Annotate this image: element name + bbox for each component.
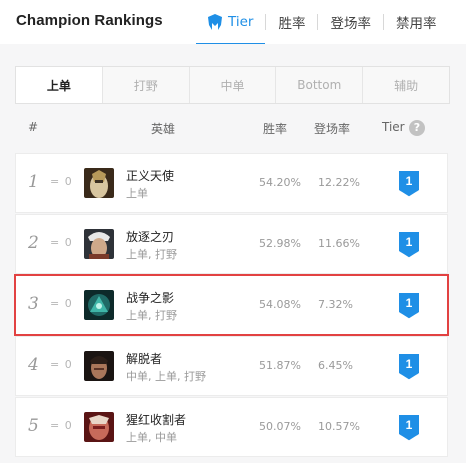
champion-roles: 上单, 中单 (126, 431, 177, 444)
champion-avatar[interactable] (84, 229, 114, 259)
tab-win-rate[interactable]: 胜率 (266, 0, 317, 44)
champion-roles: 上单, 打野 (126, 248, 177, 261)
column-win-rate[interactable]: 胜率 (263, 120, 287, 137)
rank-change: = 0 (50, 358, 73, 371)
table-row[interactable]: 5 = 0 猩红收割者 上单, 中单 50.07% 10.57% 1 (15, 397, 448, 457)
lane-mid[interactable]: 中单 (188, 67, 276, 103)
helmet-icon (208, 14, 222, 30)
table-header: # 英雄 胜率 登场率 Tier ? (0, 116, 466, 140)
help-icon[interactable]: ? (409, 120, 425, 136)
tier-value: 1 (406, 174, 413, 188)
column-tier: Tier (382, 120, 405, 134)
table-row[interactable]: 2 = 0 放逐之刃 上单, 打野 52.98% 11.66% 1 (15, 214, 448, 274)
rank-number: 4 (28, 355, 39, 375)
champion-name[interactable]: 解脱者 (126, 350, 162, 367)
top-bar: Champion Rankings Tier 胜率 登场率 禁用率 (0, 0, 466, 45)
champion-name[interactable]: 猩红收割者 (126, 411, 186, 428)
tab-tier[interactable]: Tier (196, 0, 266, 45)
pick-rate-value: 7.32% (318, 298, 353, 311)
lane-support[interactable]: 辅助 (362, 67, 449, 103)
win-rate-value: 54.20% (259, 176, 301, 189)
pick-rate-value: 11.66% (318, 237, 360, 250)
rank-change: = 0 (50, 419, 73, 432)
champion-roles: 上单 (126, 187, 148, 200)
table-row-highlighted[interactable]: 3 = 0 战争之影 上单, 打野 54.08% 7.32% 1 (14, 274, 449, 336)
champion-name[interactable]: 正义天使 (126, 167, 174, 184)
rank-change: = 0 (50, 175, 73, 188)
win-rate-value: 50.07% (259, 420, 301, 433)
champion-list: 1 = 0 正义天使 上单 54.20% 12.22% 1 2 = 0 放逐之刃… (14, 153, 449, 458)
tier-badge-icon: 1 (399, 293, 419, 320)
ranking-tabs: Tier 胜率 登场率 禁用率 (196, 0, 449, 45)
tier-value: 1 (406, 357, 413, 371)
tab-tier-label: Tier (228, 14, 254, 30)
rank-change: = 0 (50, 297, 73, 310)
rank-number: 3 (28, 294, 39, 314)
rankings-panel: 上单 打野 中单 Bottom 辅助 # 英雄 胜率 登场率 Tier ? 1 … (0, 44, 466, 463)
win-rate-value: 52.98% (259, 237, 301, 250)
champion-name[interactable]: 放逐之刃 (126, 228, 174, 245)
lane-top[interactable]: 上单 (16, 67, 102, 103)
tier-value: 1 (406, 418, 413, 432)
lane-bottom[interactable]: Bottom (275, 67, 362, 103)
champion-avatar[interactable] (84, 290, 114, 320)
tier-value: 1 (406, 235, 413, 249)
rank-number: 1 (28, 172, 39, 192)
pick-rate-value: 12.22% (318, 176, 360, 189)
page-title: Champion Rankings (16, 12, 163, 29)
champion-name[interactable]: 战争之影 (126, 289, 174, 306)
table-row[interactable]: 1 = 0 正义天使 上单 54.20% 12.22% 1 (15, 153, 448, 213)
tab-ban-rate[interactable]: 禁用率 (384, 0, 449, 44)
lane-jungle[interactable]: 打野 (101, 67, 189, 103)
pick-rate-value: 10.57% (318, 420, 360, 433)
column-pick-rate[interactable]: 登场率 (314, 120, 350, 137)
tier-value: 1 (406, 296, 413, 310)
rank-number: 2 (28, 233, 39, 253)
lane-filter: 上单 打野 中单 Bottom 辅助 (15, 66, 450, 104)
tab-pick-rate[interactable]: 登场率 (318, 0, 383, 44)
column-rank: # (28, 120, 39, 134)
champion-avatar[interactable] (84, 351, 114, 381)
champion-roles: 中单, 上单, 打野 (126, 370, 206, 383)
tier-badge-icon: 1 (399, 354, 419, 381)
champion-avatar[interactable] (84, 168, 114, 198)
win-rate-value: 51.87% (259, 359, 301, 372)
pick-rate-value: 6.45% (318, 359, 353, 372)
column-champion: 英雄 (151, 122, 176, 136)
tier-badge-icon: 1 (399, 415, 419, 442)
champion-roles: 上单, 打野 (126, 309, 177, 322)
rank-change: = 0 (50, 236, 73, 249)
champion-avatar[interactable] (84, 412, 114, 442)
table-row[interactable]: 4 = 0 解脱者 中单, 上单, 打野 51.87% 6.45% 1 (15, 336, 448, 396)
tier-badge-icon: 1 (399, 171, 419, 198)
rank-number: 5 (28, 416, 39, 436)
tier-badge-icon: 1 (399, 232, 419, 259)
win-rate-value: 54.08% (259, 298, 301, 311)
